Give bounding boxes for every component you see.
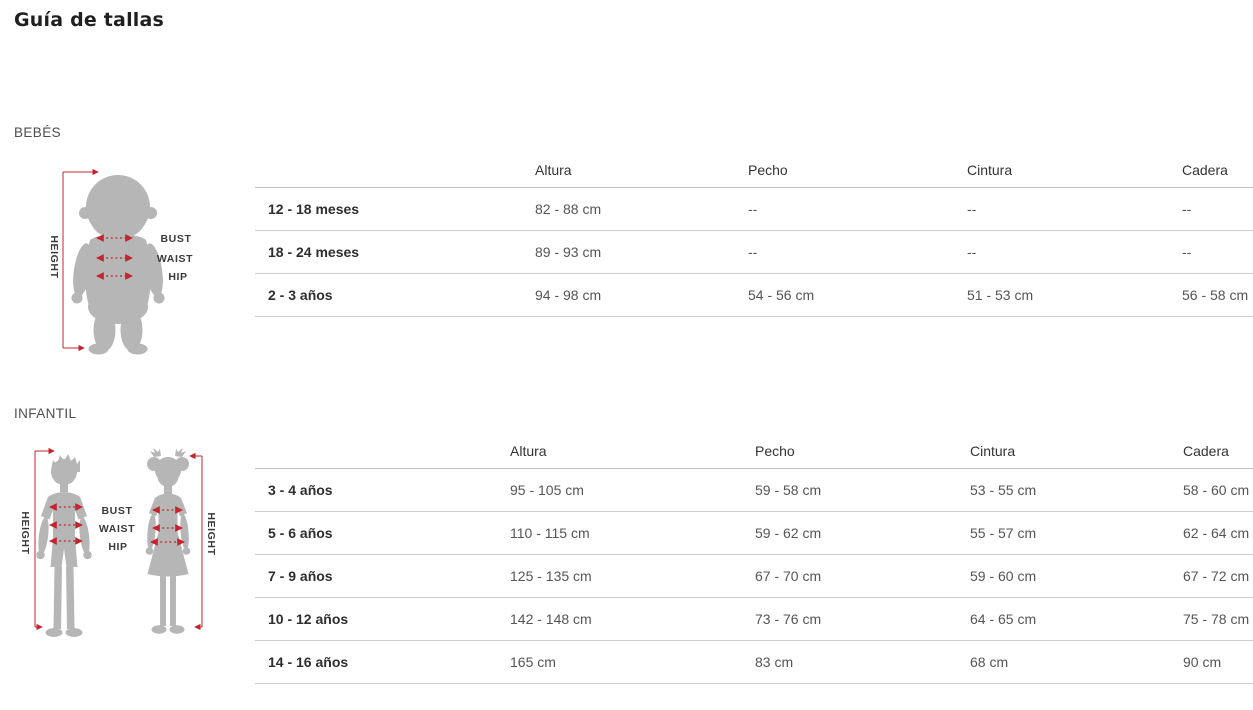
table-row: 5 - 6 años 110 - 115 cm 59 - 62 cm 55 - …: [255, 511, 1253, 554]
size-column-header: [255, 436, 497, 468]
table-row: 2 - 3 años 94 - 98 cm 54 - 56 cm 51 - 53…: [255, 273, 1253, 316]
size-cell: 5 - 6 años: [255, 511, 497, 554]
cintura-cell: --: [954, 187, 1169, 230]
table-row: 10 - 12 años 142 - 148 cm 73 - 76 cm 64 …: [255, 597, 1253, 640]
pecho-cell: --: [735, 230, 954, 273]
table-header-row: Altura Pecho Cintura Cadera: [255, 155, 1253, 187]
bebes-size-table: Altura Pecho Cintura Cadera 12 - 18 mese…: [255, 155, 1253, 317]
boy-height-label: HEIGHT: [19, 511, 31, 554]
size-cell: 18 - 24 meses: [255, 230, 522, 273]
kids-hip-label: HIP: [108, 541, 127, 553]
size-cell: 10 - 12 años: [255, 597, 497, 640]
baby-bust-label: BUST: [161, 233, 192, 245]
col-header-altura: Altura: [497, 436, 742, 468]
cadera-cell: 62 - 64 cm: [1170, 511, 1253, 554]
size-cell: 3 - 4 años: [255, 468, 497, 511]
kids-measurement-figure: HEIGHT HEIGHT BUST WAIST HIP: [14, 448, 226, 648]
size-column-header: [255, 155, 522, 187]
baby-waist-label: WAIST: [157, 253, 193, 265]
cadera-cell: --: [1169, 187, 1253, 230]
col-header-cintura: Cintura: [954, 155, 1169, 187]
altura-cell: 95 - 105 cm: [497, 468, 742, 511]
cadera-cell: --: [1169, 230, 1253, 273]
cintura-cell: 59 - 60 cm: [957, 554, 1170, 597]
altura-cell: 82 - 88 cm: [522, 187, 735, 230]
pecho-cell: 73 - 76 cm: [742, 597, 957, 640]
altura-cell: 125 - 135 cm: [497, 554, 742, 597]
girl-silhouette: [146, 448, 191, 634]
table-row: 3 - 4 años 95 - 105 cm 59 - 58 cm 53 - 5…: [255, 468, 1253, 511]
cadera-cell: 58 - 60 cm: [1170, 468, 1253, 511]
pecho-cell: 54 - 56 cm: [735, 273, 954, 316]
table-row: 18 - 24 meses 89 - 93 cm -- -- --: [255, 230, 1253, 273]
col-header-pecho: Pecho: [735, 155, 954, 187]
pecho-cell: 59 - 62 cm: [742, 511, 957, 554]
girl-height-arrow: [190, 456, 202, 627]
page-title: Guía de tallas: [14, 9, 164, 31]
table-row: 7 - 9 años 125 - 135 cm 67 - 70 cm 59 - …: [255, 554, 1253, 597]
kids-bust-label: BUST: [102, 505, 133, 517]
col-header-altura: Altura: [522, 155, 735, 187]
baby-height-label: HEIGHT: [48, 235, 60, 278]
section-label-infantil: INFANTIL: [14, 406, 76, 421]
size-cell: 2 - 3 años: [255, 273, 522, 316]
infantil-size-table: Altura Pecho Cintura Cadera 3 - 4 años 9…: [255, 436, 1253, 684]
cadera-cell: 67 - 72 cm: [1170, 554, 1253, 597]
pecho-cell: 83 cm: [742, 640, 957, 683]
cintura-cell: 68 cm: [957, 640, 1170, 683]
boy-silhouette: [36, 454, 91, 637]
size-cell: 12 - 18 meses: [255, 187, 522, 230]
altura-cell: 110 - 115 cm: [497, 511, 742, 554]
kids-waist-label: WAIST: [99, 523, 135, 535]
section-label-bebes: BEBÉS: [14, 125, 61, 140]
table-header-row: Altura Pecho Cintura Cadera: [255, 436, 1253, 468]
col-header-cintura: Cintura: [957, 436, 1170, 468]
altura-cell: 89 - 93 cm: [522, 230, 735, 273]
pecho-cell: 59 - 58 cm: [742, 468, 957, 511]
size-guide-page: Guía de tallas BEBÉS: [0, 0, 1253, 710]
col-header-cadera: Cadera: [1169, 155, 1253, 187]
cadera-cell: 56 - 58 cm: [1169, 273, 1253, 316]
altura-cell: 94 - 98 cm: [522, 273, 735, 316]
pecho-cell: --: [735, 187, 954, 230]
baby-silhouette: [70, 175, 166, 355]
table-row: 14 - 16 años 165 cm 83 cm 68 cm 90 cm: [255, 640, 1253, 683]
cadera-cell: 90 cm: [1170, 640, 1253, 683]
cintura-cell: 53 - 55 cm: [957, 468, 1170, 511]
baby-hip-label: HIP: [168, 271, 187, 283]
altura-cell: 142 - 148 cm: [497, 597, 742, 640]
cintura-cell: 55 - 57 cm: [957, 511, 1170, 554]
size-cell: 7 - 9 años: [255, 554, 497, 597]
cintura-cell: --: [954, 230, 1169, 273]
cadera-cell: 75 - 78 cm: [1170, 597, 1253, 640]
cintura-cell: 64 - 65 cm: [957, 597, 1170, 640]
col-header-cadera: Cadera: [1170, 436, 1253, 468]
col-header-pecho: Pecho: [742, 436, 957, 468]
table-row: 12 - 18 meses 82 - 88 cm -- -- --: [255, 187, 1253, 230]
baby-measurement-figure: HEIGHT BUST WAIST HIP: [40, 160, 212, 356]
altura-cell: 165 cm: [497, 640, 742, 683]
cintura-cell: 51 - 53 cm: [954, 273, 1169, 316]
size-cell: 14 - 16 años: [255, 640, 497, 683]
pecho-cell: 67 - 70 cm: [742, 554, 957, 597]
girl-height-label: HEIGHT: [205, 512, 217, 555]
